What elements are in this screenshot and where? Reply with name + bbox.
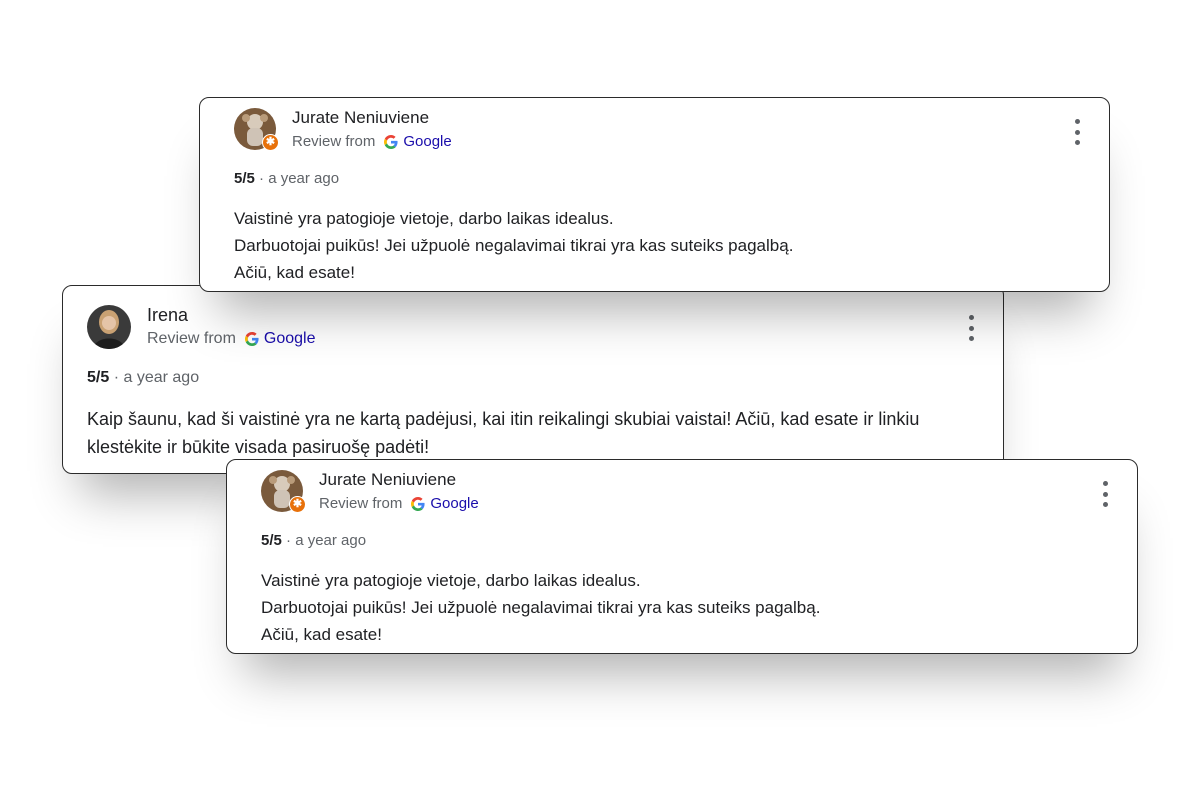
more-vert-icon[interactable] xyxy=(961,315,981,341)
google-g-icon xyxy=(411,496,425,511)
review-text: Vaistinė yra patogioje vietoje, darbo la… xyxy=(234,205,1079,286)
review-card: Irena Review from Google 5/5 · a year ag… xyxy=(62,285,1004,474)
review-meta: 5/5 · a year ago xyxy=(261,532,366,549)
review-text-line: Ačiū, kad esate! xyxy=(261,625,382,644)
review-text-line: Ačiū, kad esate! xyxy=(234,263,355,282)
review-text: Kaip šaunu, kad ši vaistinė yra ne kartą… xyxy=(87,405,987,461)
review-rating: 5/5 xyxy=(261,532,282,549)
review-time: a year ago xyxy=(268,170,340,187)
reviewer-name[interactable]: Jurate Neniuviene xyxy=(319,470,456,490)
google-g-icon xyxy=(384,134,398,149)
review-card: ✱ Jurate Neniuviene Review from Google 5… xyxy=(226,459,1138,654)
more-vert-icon[interactable] xyxy=(1095,481,1115,507)
review-text-line: Darbuotojai puikūs! Jei užpuolė negalavi… xyxy=(261,598,821,617)
reviewer-name[interactable]: Jurate Neniuviene xyxy=(292,108,429,128)
google-g-icon xyxy=(244,332,259,346)
review-card: ✱ Jurate Neniuviene Review from Google 5… xyxy=(199,97,1110,292)
review-time: a year ago xyxy=(295,532,367,549)
meta-separator: · xyxy=(113,369,120,386)
review-text-line: Kaip šaunu, kad ši vaistinė yra ne kartą… xyxy=(87,409,920,457)
meta-separator: · xyxy=(286,532,292,549)
review-text: Vaistinė yra patogioje vietoje, darbo la… xyxy=(261,567,1107,648)
google-link[interactable]: Google xyxy=(403,133,451,150)
google-link[interactable]: Google xyxy=(430,495,478,512)
google-link[interactable]: Google xyxy=(264,330,316,348)
review-source: Review from Google xyxy=(319,495,479,512)
review-meta: 5/5 · a year ago xyxy=(234,170,339,187)
review-text-line: Vaistinė yra patogioje vietoje, darbo la… xyxy=(234,209,614,228)
local-guide-badge-icon: ✱ xyxy=(262,134,279,151)
local-guide-badge-icon: ✱ xyxy=(289,496,306,513)
review-source: Review from Google xyxy=(147,330,316,348)
review-rating: 5/5 xyxy=(234,170,255,187)
review-meta: 5/5 · a year ago xyxy=(87,369,199,387)
review-source-prefix: Review from xyxy=(319,495,403,512)
review-time: a year ago xyxy=(123,369,200,386)
review-text-line: Vaistinė yra patogioje vietoje, darbo la… xyxy=(261,571,641,590)
more-vert-icon[interactable] xyxy=(1067,119,1087,145)
user-photo-icon xyxy=(87,305,131,349)
avatar[interactable] xyxy=(87,305,131,349)
meta-separator: · xyxy=(259,170,265,187)
review-source: Review from Google xyxy=(292,133,452,150)
reviewer-name[interactable]: Irena xyxy=(147,305,188,326)
avatar[interactable]: ✱ xyxy=(234,108,279,151)
review-text-line: Darbuotojai puikūs! Jei užpuolė negalavi… xyxy=(234,236,794,255)
review-source-prefix: Review from xyxy=(147,330,236,347)
review-source-prefix: Review from xyxy=(292,133,376,150)
review-rating: 5/5 xyxy=(87,369,110,386)
avatar[interactable]: ✱ xyxy=(261,470,306,513)
